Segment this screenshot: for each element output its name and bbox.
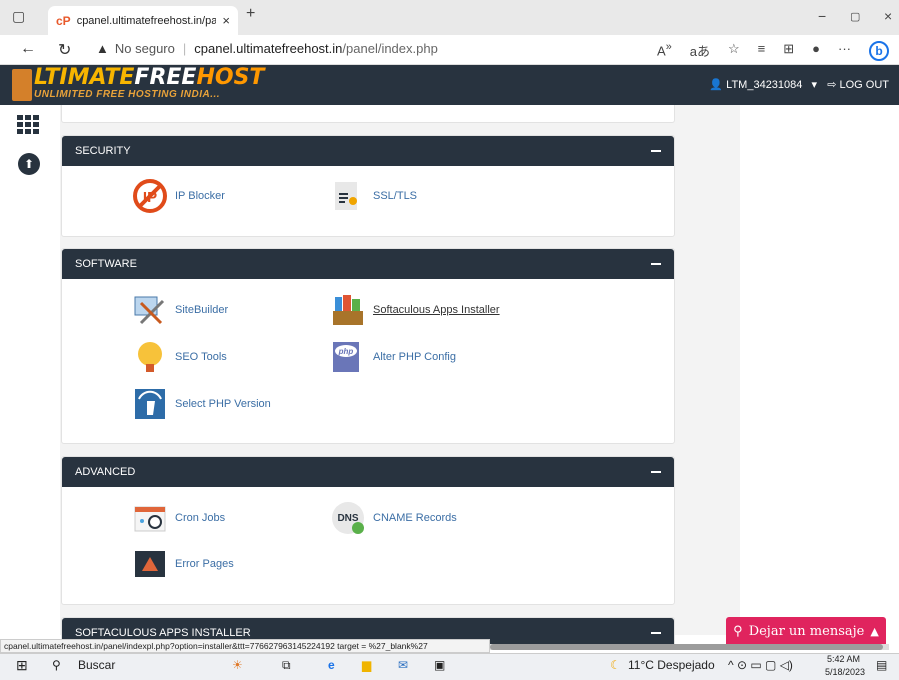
panel-header-security[interactable]: SECURITY: [62, 136, 674, 166]
mail-icon[interactable]: ✉: [398, 658, 408, 672]
translate-icon[interactable]: aあ: [690, 41, 710, 61]
collapse-icon[interactable]: [651, 263, 661, 265]
softaculous-icon: [333, 295, 363, 325]
svg-text:php: php: [338, 347, 354, 356]
maximize-button[interactable]: ▢: [850, 10, 860, 23]
php-version-icon: [135, 389, 165, 419]
username: LTM_34231084: [726, 79, 803, 91]
tab-actions-icon[interactable]: ▢: [12, 8, 25, 25]
close-window-button[interactable]: ×: [884, 8, 892, 24]
site-logo[interactable]: LTIMATEFREEHOST UNLIMITED FREE HOSTING I…: [12, 67, 264, 103]
profile-icon[interactable]: ●: [812, 41, 820, 61]
file-explorer-icon[interactable]: ▆: [362, 658, 371, 672]
warning-icon: ▲: [96, 41, 109, 56]
upload-icon[interactable]: ⬆: [18, 153, 40, 175]
bing-icon[interactable]: b: [869, 41, 889, 61]
back-icon[interactable]: ←: [20, 40, 36, 58]
favorites-list-icon[interactable]: ≡: [758, 41, 766, 61]
logo-u-mark: [12, 69, 32, 101]
apps-grid-icon[interactable]: [17, 115, 39, 134]
panel-header-software[interactable]: SOFTWARE: [62, 249, 674, 279]
dns-icon: DNS: [332, 502, 364, 534]
chat-button[interactable]: ⚲ Dejar un mensaje ▲: [726, 617, 886, 645]
sitebuilder-link[interactable]: SiteBuilder: [133, 293, 228, 327]
user-outline-icon: ⚲: [733, 623, 743, 639]
svg-text:DNS: DNS: [337, 513, 358, 524]
toolbar-icons: A» aあ ☆ ≡ ⊞ ● ··· b: [657, 41, 889, 61]
not-secure-label: No seguro: [114, 41, 175, 56]
sidebar: ⬆: [0, 105, 60, 635]
error-pages-link[interactable]: Error Pages: [133, 547, 234, 581]
collapse-icon[interactable]: [651, 471, 661, 473]
refresh-icon[interactable]: ↻: [58, 40, 71, 60]
cpanel-favicon-icon: cP: [56, 13, 71, 28]
clock-date[interactable]: 5/18/2023: [825, 667, 865, 677]
collapse-icon[interactable]: [651, 150, 661, 152]
site-header: LTIMATEFREEHOST UNLIMITED FREE HOSTING I…: [0, 65, 899, 105]
read-aloud-icon[interactable]: A»: [657, 41, 672, 61]
terminal-icon[interactable]: ▣: [434, 658, 445, 672]
ip-blocker-icon: IP: [133, 179, 167, 213]
taskbar-search[interactable]: Buscar: [78, 658, 115, 672]
ssl-tls-link[interactable]: SSL/TLS: [331, 179, 417, 213]
scrollbar-thumb[interactable]: [490, 644, 883, 650]
collapse-icon[interactable]: [651, 632, 661, 634]
user-icon: 👤: [709, 79, 724, 91]
tab-title: cpanel.ultimatefreehost.in/panel: [76, 14, 217, 27]
cname-records-link[interactable]: DNS CNAME Records: [331, 501, 457, 535]
softaculous-link[interactable]: Softaculous Apps Installer: [331, 293, 500, 327]
edge-icon[interactable]: e: [328, 658, 335, 672]
logout-button[interactable]: ⇨ LOG OUT: [827, 78, 889, 91]
task-view-icon[interactable]: ⧉: [282, 658, 291, 673]
windows-taskbar: ⊞ ⚲ Buscar ☀ ⧉ e ▆ ✉ ▣ ☾ 11°C Despejado …: [0, 653, 899, 680]
collections-icon[interactable]: ⊞: [783, 41, 794, 61]
url-path: /panel/index.php: [342, 41, 438, 56]
chevron-up-icon: ▲: [870, 624, 879, 638]
browser-tab[interactable]: cP cpanel.ultimatefreehost.in/panel ×: [48, 6, 238, 35]
search-icon[interactable]: ⚲: [52, 658, 61, 672]
error-pages-icon: [135, 551, 165, 577]
logout-icon: ⇨: [827, 79, 837, 91]
user-menu[interactable]: 👤 LTM_34231084 ▾: [709, 78, 817, 91]
horizontal-scrollbar[interactable]: [490, 644, 889, 650]
cron-icon: [134, 506, 166, 532]
tray-icons[interactable]: ^ ⊙ ▭ ▢ ◁): [728, 658, 793, 672]
favorite-star-icon[interactable]: ☆: [728, 41, 740, 61]
weather-icon: ☾: [610, 658, 621, 672]
panel-header-advanced[interactable]: ADVANCED: [62, 457, 674, 487]
browser-titlebar: ▢ cP cpanel.ultimatefreehost.in/panel × …: [0, 0, 899, 35]
php-icon: php: [333, 342, 359, 372]
more-icon[interactable]: ···: [838, 41, 851, 61]
alter-php-link[interactable]: php Alter PHP Config: [331, 340, 456, 374]
new-tab-button[interactable]: +: [246, 5, 255, 23]
status-bar-url: cpanel.ultimatefreehost.in/panel/indexpl…: [0, 639, 490, 653]
url-host: cpanel.ultimatefreehost.in: [194, 41, 343, 56]
clock-time[interactable]: 5:42 AM: [827, 654, 860, 664]
ssl-icon: [335, 182, 357, 210]
chevron-down-icon: ▾: [811, 79, 817, 91]
panel-previous: [61, 105, 675, 123]
cron-jobs-link[interactable]: Cron Jobs: [133, 501, 225, 535]
sitebuilder-icon: [134, 296, 165, 325]
seo-tools-link[interactable]: SEO Tools: [133, 340, 227, 374]
tab-close-icon[interactable]: ×: [222, 13, 230, 28]
url-separator: |: [182, 41, 187, 56]
windows-start-icon[interactable]: ⊞: [16, 657, 28, 674]
ip-blocker-link[interactable]: IP IP Blocker: [133, 179, 225, 213]
widgets-icon[interactable]: ☀: [232, 658, 243, 672]
notification-icon[interactable]: ▤: [876, 658, 887, 672]
minimize-button[interactable]: −: [818, 8, 826, 24]
url-field[interactable]: ▲ No seguro | cpanel.ultimatefreehost.in/pa…: [96, 41, 438, 56]
weather-text[interactable]: 11°C Despejado: [628, 658, 715, 672]
address-bar-row: ← ↻ ▲ No seguro | cpanel.ultimatefreehost.i…: [0, 35, 899, 65]
select-php-version-link[interactable]: Select PHP Version: [133, 387, 271, 421]
lightbulb-icon: [138, 342, 162, 372]
